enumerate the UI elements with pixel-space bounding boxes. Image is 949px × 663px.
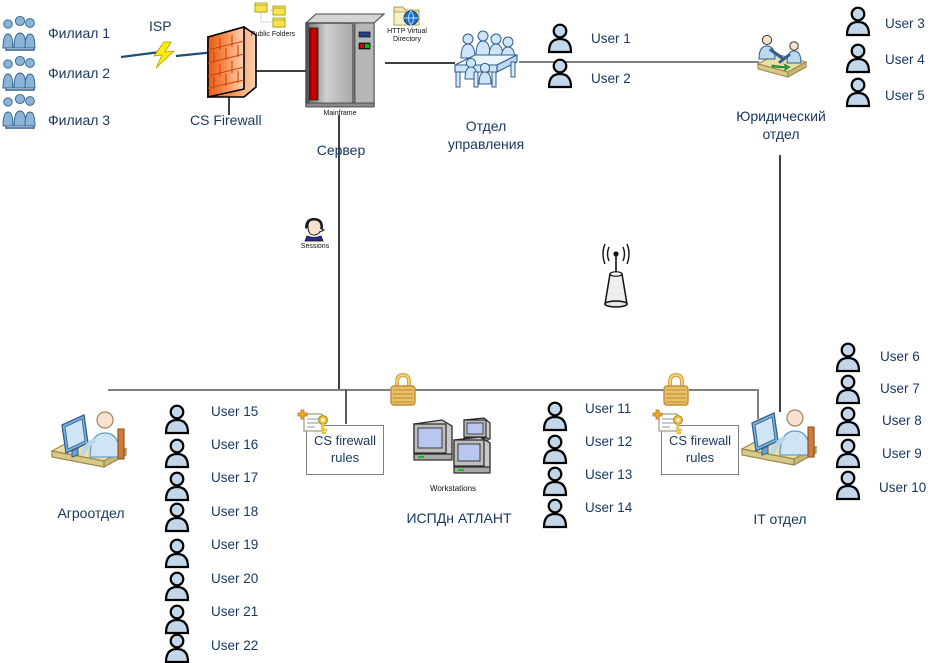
user-label-11: User 11 <box>585 401 632 416</box>
user-label-9: User 9 <box>882 446 922 461</box>
branch-label-3: Филиал 3 <box>48 112 111 128</box>
public-folders-icon <box>254 1 290 31</box>
user-label-18: User 18 <box>211 504 259 519</box>
user-icon-1 <box>547 22 573 54</box>
link-server-management <box>385 62 455 64</box>
network-diagram-canvas: Филиал 1 Филиал 2 Филиал 3 ISP CS Firewa… <box>0 0 949 663</box>
user-icon-14 <box>542 497 568 529</box>
user-label-12: User 12 <box>585 434 633 449</box>
user-icon-18 <box>164 501 190 533</box>
sessions-label: Sessions <box>300 243 330 250</box>
lock-icon-right <box>662 371 690 409</box>
user-label-19: User 19 <box>211 537 259 552</box>
workstations-icon <box>410 412 504 480</box>
user-label-8: User 8 <box>882 413 922 428</box>
cs-firewall-label: CS Firewall <box>190 112 262 128</box>
user-icon-19 <box>164 537 190 569</box>
firewall-rules-key-icon-right <box>651 409 689 439</box>
user-icon-22 <box>164 632 190 663</box>
user-icon-16 <box>164 437 190 469</box>
user-icon-5 <box>845 76 871 108</box>
user-label-20: User 20 <box>211 571 259 586</box>
lock-icon-left <box>389 371 417 409</box>
user-icon-2 <box>547 57 573 89</box>
link-legal-it <box>779 155 781 412</box>
user-icon-4 <box>845 42 871 74</box>
user-icon-10 <box>835 469 861 501</box>
mainframe-server-icon <box>300 10 386 110</box>
user-label-5: User 5 <box>885 88 925 103</box>
agro-department-label: Агроотдел <box>57 505 125 521</box>
branch-label-2: Филиал 2 <box>48 65 111 81</box>
backbone-left <box>108 389 391 391</box>
agro-department-icon <box>48 407 132 471</box>
user-label-22: User 22 <box>211 638 259 653</box>
management-department-label: Отдел управления <box>447 118 525 152</box>
user-label-13: User 13 <box>585 467 633 482</box>
user-icon-12 <box>542 433 568 465</box>
user-icon-20 <box>164 570 190 602</box>
user-icon-11 <box>542 400 568 432</box>
user-label-7: User 7 <box>880 381 920 396</box>
branch-group-3-icon <box>0 92 40 134</box>
branch-label-1: Филиал 1 <box>48 25 111 41</box>
user-icon-7 <box>835 373 861 405</box>
user-icon-9 <box>835 437 861 469</box>
legal-department-label: Юридический отдел <box>736 108 826 142</box>
user-label-6: User 6 <box>880 349 920 364</box>
user-label-16: User 16 <box>211 437 259 452</box>
it-department-icon <box>738 405 822 469</box>
user-label-3: User 3 <box>885 16 925 31</box>
user-icon-21 <box>164 603 190 635</box>
user-icon-15 <box>164 403 190 435</box>
firewall-rules-key-icon-left <box>296 409 334 439</box>
link-rules-left-backbone <box>345 389 347 424</box>
user-label-4: User 4 <box>885 52 925 67</box>
user-label-14: User 14 <box>585 500 633 515</box>
management-department-icon <box>451 25 521 97</box>
it-department-label: IT отдел <box>753 511 807 527</box>
mainframe-label: Mainframe <box>323 110 357 117</box>
user-label-15: User 15 <box>211 404 259 419</box>
user-label-2: User 2 <box>591 71 631 86</box>
user-label-21: User 21 <box>211 604 259 619</box>
user-label-1: User 1 <box>591 31 631 46</box>
user-icon-6 <box>835 341 861 373</box>
user-icon-17 <box>164 470 190 502</box>
user-icon-8 <box>835 405 861 437</box>
isp-label: ISP <box>149 18 172 34</box>
public-folders-label: Public Folders <box>250 31 296 38</box>
backbone-middle <box>415 389 666 391</box>
user-label-17: User 17 <box>211 470 259 485</box>
branch-group-1-icon <box>0 14 40 56</box>
sessions-icon <box>301 216 329 242</box>
branch-group-2-icon <box>0 54 40 96</box>
server-label: Сервер <box>316 142 366 158</box>
user-label-10: User 10 <box>879 480 927 495</box>
ispdn-atlant-label: ИСПДн АТЛАНТ <box>406 510 512 526</box>
http-virtual-directory-label: HTTP Virtual Directory <box>387 28 427 44</box>
wireless-access-point-icon <box>596 240 636 308</box>
backbone-right <box>689 389 759 391</box>
user-icon-3 <box>845 5 871 37</box>
http-virtual-directory-icon <box>392 2 422 28</box>
user-icon-13 <box>542 465 568 497</box>
workstations-label: Workstations <box>429 484 477 493</box>
legal-department-icon <box>752 32 810 80</box>
